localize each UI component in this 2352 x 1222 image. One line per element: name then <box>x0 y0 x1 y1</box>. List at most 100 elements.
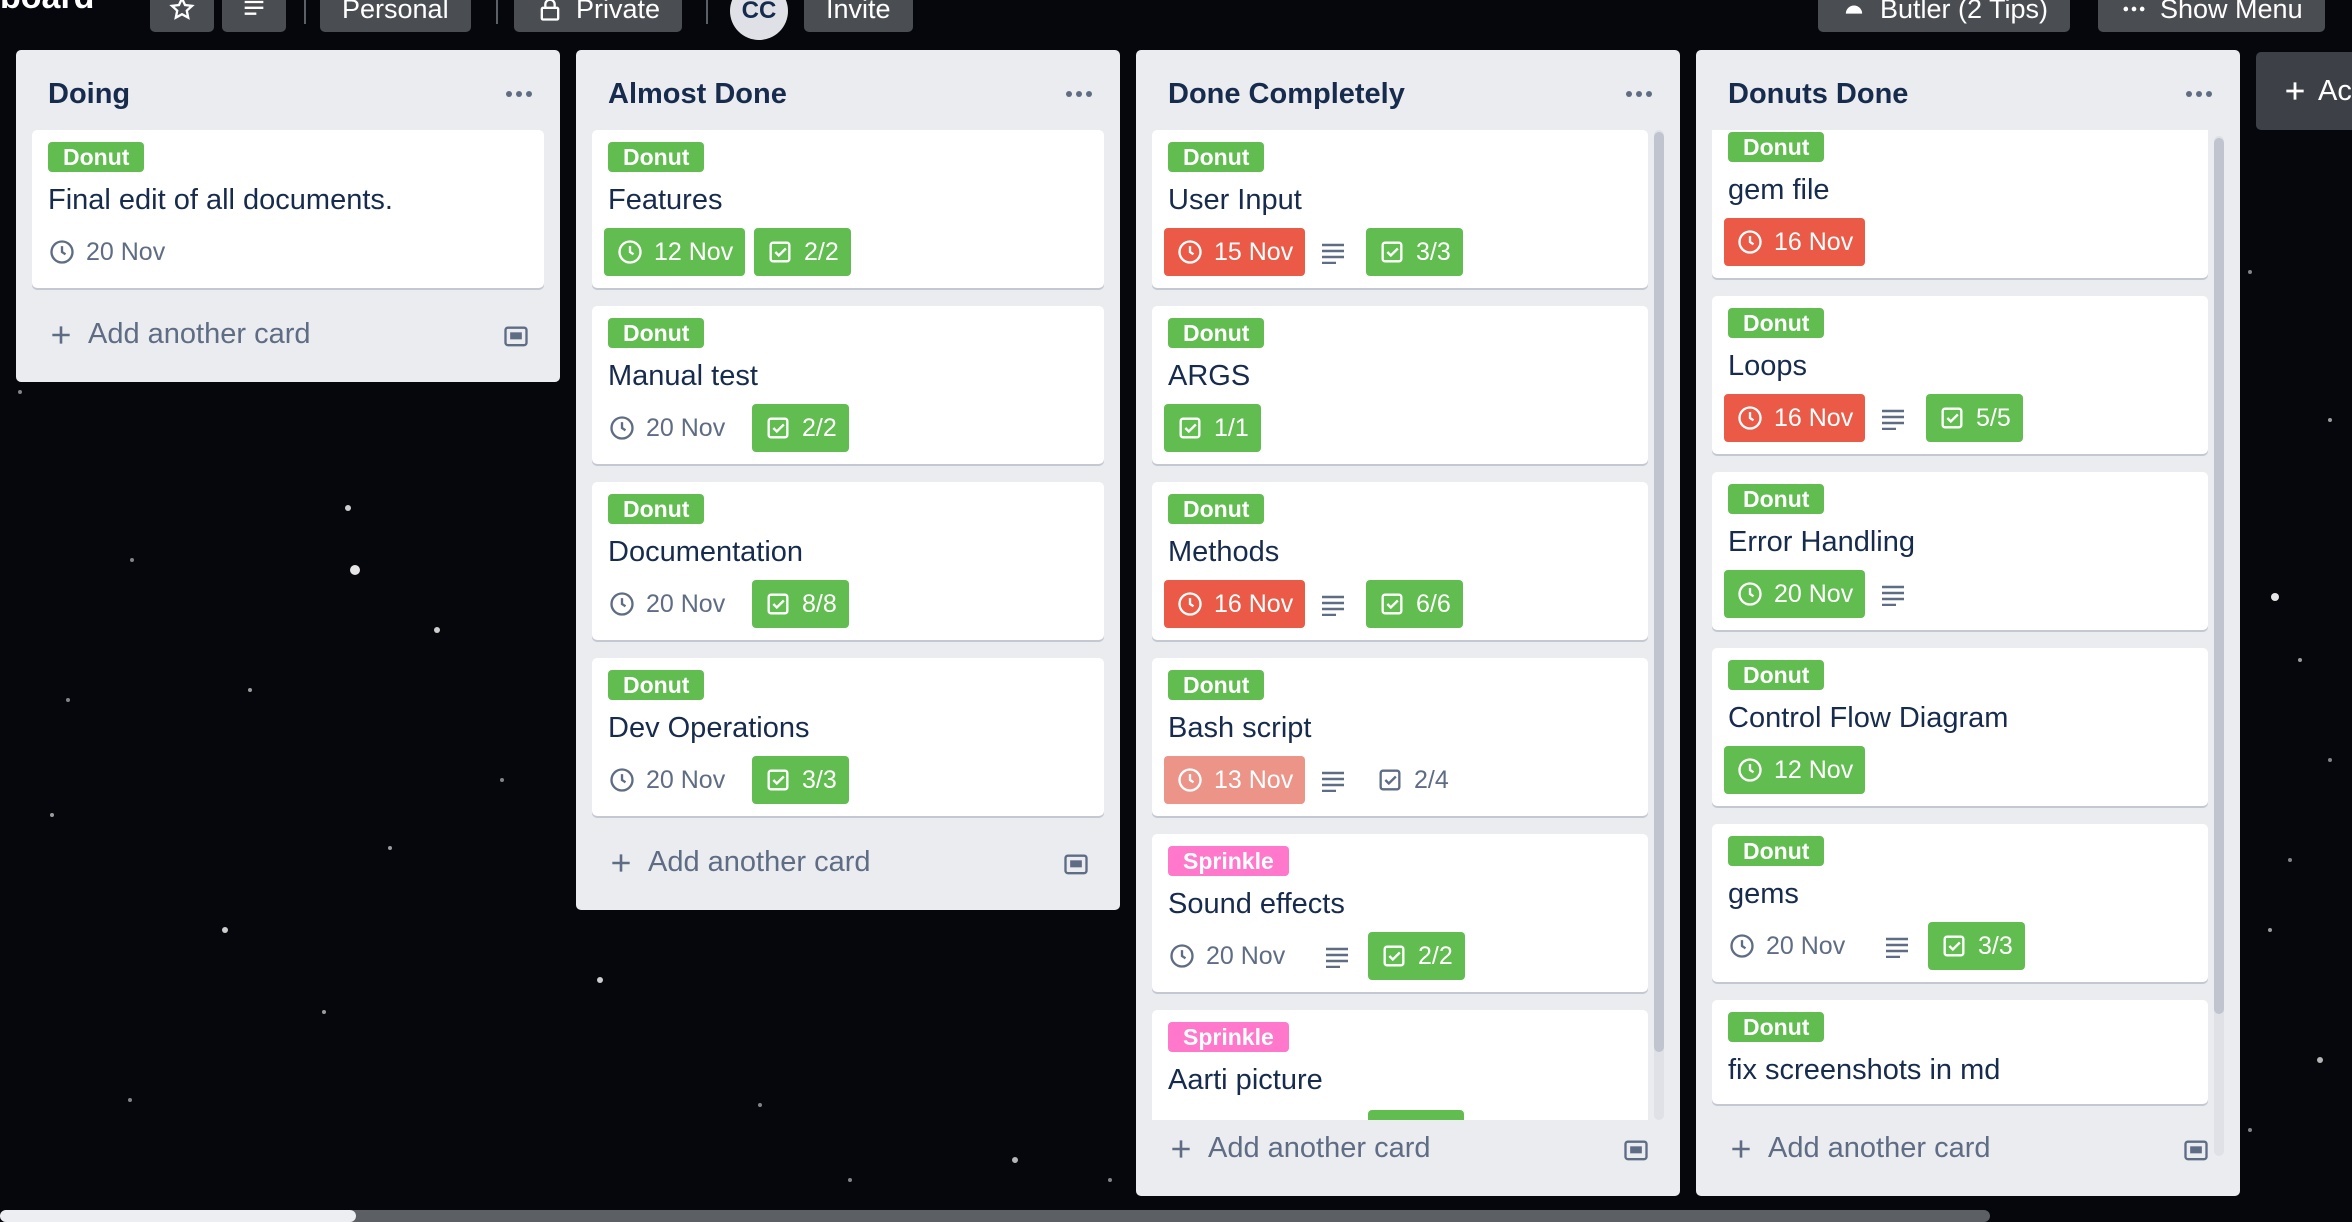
due-date-badge[interactable]: 16 Nov <box>1164 580 1306 628</box>
add-list-button[interactable]: Ac <box>2256 52 2352 130</box>
card[interactable]: Sprinkle Sound effects 20 Nov 2/2 <box>1152 834 1648 992</box>
star-button[interactable] <box>150 0 214 32</box>
due-date-badge[interactable]: 16 Nov <box>1724 218 1866 266</box>
list-menu-button[interactable] <box>1622 82 1656 106</box>
due-date-badge[interactable]: 15 Nov <box>1164 228 1306 276</box>
list-title[interactable]: Almost Done <box>608 74 1096 114</box>
list-scrollbar-thumb[interactable] <box>1654 132 1664 1052</box>
checklist-count: 5/5 <box>1976 403 2011 432</box>
list-doing: Doing Donut Final edit of all documents.… <box>16 50 560 382</box>
due-date-badge[interactable]: 20 Nov <box>1724 570 1866 618</box>
card[interactable]: Donut Dev Operations 20 Nov 3/3 <box>592 658 1104 816</box>
list-menu-button[interactable] <box>2182 82 2216 106</box>
checklist-icon <box>767 593 789 615</box>
board-title[interactable]: board <box>0 0 94 17</box>
list-scrollbar-thumb[interactable] <box>2214 138 2224 1014</box>
board-header: board Personal Private CC Invite Butler … <box>0 0 2352 40</box>
workspace-button[interactable]: Personal <box>320 0 471 32</box>
card[interactable]: Donut Error Handling 20 Nov <box>1712 472 2208 630</box>
card-template-icon[interactable] <box>1622 1138 1650 1164</box>
card[interactable]: Donut Control Flow Diagram 12 Nov <box>1712 648 2208 806</box>
card[interactable]: Donut User Input 15 Nov 3/3 <box>1152 130 1648 288</box>
checklist-badge <box>1368 1110 1464 1120</box>
board-scrollbar-thumb[interactable] <box>0 1210 356 1222</box>
card-label: Donut <box>608 494 705 524</box>
card[interactable]: Donut Manual test 20 Nov 2/2 <box>592 306 1104 464</box>
due-date-badge[interactable]: 13 Nov <box>1164 756 1306 804</box>
visibility-button[interactable]: Private <box>514 0 683 32</box>
checklist-count: 3/3 <box>1978 931 2013 960</box>
card-title: Dev Operations <box>608 712 810 744</box>
checklist-icon <box>1381 593 1403 615</box>
description-icon <box>1322 595 1344 616</box>
card-title: Loops <box>1728 350 1808 382</box>
description-icon <box>1322 771 1344 792</box>
due-date-badge[interactable]: 20 Nov <box>608 404 725 452</box>
show-menu-button[interactable]: Show Menu <box>2098 0 2325 32</box>
card-label: Donut <box>48 142 145 172</box>
add-card-button[interactable]: Add another card <box>48 318 310 351</box>
checklist-icon <box>1943 935 1965 957</box>
card[interactable]: Sprinkle Aarti picture <box>1152 1010 1648 1120</box>
card[interactable]: Donut Bash script 13 Nov 2/4 <box>1152 658 1648 816</box>
butler-button[interactable]: Butler (2 Tips) <box>1818 0 2071 32</box>
list-title[interactable]: Done Completely <box>1168 74 1656 114</box>
checklist-icon <box>767 417 789 439</box>
card[interactable]: Donut ARGS 1/1 <box>1152 306 1648 464</box>
due-date-badge[interactable]: 20 Nov <box>608 580 725 628</box>
card-template-icon[interactable] <box>2182 1138 2210 1164</box>
due-date-text: 16 Nov <box>1214 589 1294 618</box>
description-icon <box>1326 947 1348 968</box>
checklist-count: 2/4 <box>1414 765 1449 794</box>
due-date-text: 20 Nov <box>646 413 726 442</box>
checklist-icon <box>1941 407 1963 429</box>
list-title[interactable]: Doing <box>48 74 536 114</box>
visibility-label: Private <box>576 0 661 24</box>
due-date-badge[interactable]: 12 Nov <box>604 228 746 276</box>
due-date-badge[interactable]: 16 Nov <box>1724 394 1866 442</box>
due-date-badge[interactable]: 20 Nov <box>1728 922 1845 970</box>
add-card-button[interactable]: Add another card <box>1168 1132 1430 1165</box>
due-date-text: 12 Nov <box>654 237 734 266</box>
list-menu-button[interactable] <box>1062 82 1096 106</box>
due-date-text: 20 Nov <box>646 765 726 794</box>
card-list: Donut User Input 15 Nov 3/3 Donut ARGS 1… <box>1152 130 1648 1120</box>
checklist-badge: 8/8 <box>752 580 849 628</box>
checklist-icon <box>1379 769 1401 791</box>
card[interactable]: Donut Methods 16 Nov 6/6 <box>1152 482 1648 640</box>
due-date-badge[interactable]: 12 Nov <box>1724 746 1866 794</box>
star-icon <box>169 0 195 20</box>
add-card-button[interactable]: Add another card <box>1728 1132 1990 1165</box>
plus-icon <box>1172 1139 1190 1158</box>
card-template-icon[interactable] <box>502 324 530 350</box>
card-label: Donut <box>1728 132 1825 162</box>
card[interactable]: Donut fix screenshots in md <box>1712 1000 2208 1104</box>
butler-label: Butler (2 Tips) <box>1880 0 2049 24</box>
card-title: gems <box>1728 878 1799 910</box>
card[interactable]: Donut Loops 16 Nov 5/5 <box>1712 296 2208 454</box>
due-date-badge[interactable]: 20 Nov <box>48 228 165 276</box>
card[interactable]: Donut gems 20 Nov 3/3 <box>1712 824 2208 982</box>
card-label: Sprinkle <box>1168 1022 1289 1052</box>
more-icon <box>2123 6 2145 12</box>
due-date-badge[interactable]: 20 Nov <box>1168 932 1285 980</box>
card-label: Sprinkle <box>1168 846 1289 876</box>
description-icon <box>1882 409 1904 430</box>
checklist-count: 6/6 <box>1416 589 1451 618</box>
card-label: Donut <box>1728 308 1825 338</box>
header-divider <box>706 0 708 24</box>
card[interactable]: Donut Documentation 20 Nov 8/8 <box>592 482 1104 640</box>
list-menu-button[interactable] <box>502 82 536 106</box>
list-title[interactable]: Donuts Done <box>1728 74 2216 114</box>
board-menu-button[interactable] <box>222 0 286 32</box>
add-card-label: Add another card <box>88 318 311 350</box>
card[interactable]: Donut gem file 16 Nov <box>1712 130 2208 278</box>
invite-button[interactable]: Invite <box>804 0 913 32</box>
card[interactable]: Donut Final edit of all documents. 20 No… <box>32 130 544 288</box>
card-template-icon[interactable] <box>1062 852 1090 878</box>
due-date-badge[interactable]: 20 Nov <box>608 756 725 804</box>
add-card-button[interactable]: Add another card <box>608 846 870 879</box>
workspace-label: Personal <box>342 0 449 24</box>
card[interactable]: Donut Features 12 Nov 2/2 <box>592 130 1104 288</box>
due-date-text: 16 Nov <box>1774 227 1854 256</box>
